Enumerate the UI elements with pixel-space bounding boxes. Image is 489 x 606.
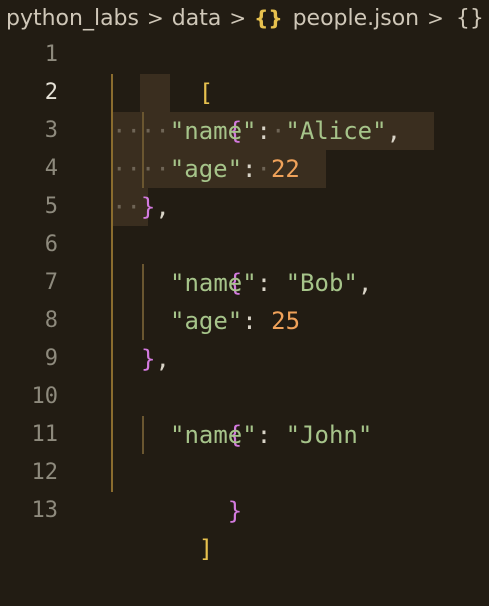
code-line: "name": "John": [170, 416, 372, 454]
line-number: 11: [31, 422, 59, 447]
breadcrumb-folder-python-labs[interactable]: python_labs: [6, 6, 139, 31]
code-line: [: [112, 36, 213, 107]
json-key: "age": [169, 155, 243, 183]
line-number: 3: [44, 118, 58, 143]
json-braces-icon: {}: [254, 6, 283, 30]
object-brace: }: [140, 193, 156, 221]
code-line: ]: [112, 492, 213, 563]
json-key: "name": [170, 269, 257, 297]
code-line: },: [141, 340, 170, 378]
json-comma: ,: [386, 117, 402, 145]
json-colon: :: [256, 269, 286, 297]
json-colon: :: [256, 117, 271, 145]
json-key: "name": [169, 117, 257, 145]
line-number: 12: [31, 460, 59, 485]
code-line: "age": 25: [170, 302, 300, 340]
json-colon: :: [242, 307, 272, 335]
breadcrumb-file-people-json[interactable]: people.json: [293, 6, 420, 31]
code-line: ····"age":·22: [112, 150, 300, 188]
whitespace-dots: ····: [112, 117, 170, 145]
whitespace-dot: ·: [270, 117, 286, 145]
code-line: ··},: [112, 188, 170, 226]
chevron-right-icon: >: [146, 6, 164, 30]
json-string: "Bob": [285, 269, 358, 297]
line-number: 5: [44, 194, 58, 219]
object-brace: }: [227, 497, 243, 525]
breadcrumb-symbol-root[interactable]: {}: [456, 6, 484, 31]
json-key: "age": [170, 307, 243, 335]
code-line: {: [141, 74, 242, 145]
whitespace-dots: ··: [112, 193, 141, 221]
whitespace-dot: ·: [256, 155, 271, 183]
line-number: 13: [31, 498, 59, 523]
array-bracket: ]: [198, 535, 214, 563]
line-number: 7: [44, 270, 58, 295]
line-number: 9: [44, 346, 58, 371]
code-line: ····"name":·"Alice",: [112, 112, 401, 150]
line-number: 4: [44, 156, 58, 181]
json-key: "name": [170, 421, 257, 449]
code-line: {: [141, 378, 242, 449]
json-comma: ,: [155, 193, 170, 221]
json-comma: ,: [357, 269, 373, 297]
chevron-right-icon: >: [427, 6, 444, 30]
line-number: 10: [31, 384, 59, 409]
code-line: "name": "Bob",: [170, 264, 372, 302]
json-number: 22: [270, 155, 300, 183]
chevron-right-icon: >: [229, 6, 247, 30]
json-colon: :: [256, 421, 286, 449]
line-number: 1: [44, 42, 58, 67]
code-line: }: [141, 454, 242, 525]
line-number-active: 2: [44, 80, 58, 105]
object-brace: }: [141, 345, 156, 373]
json-number: 25: [271, 307, 301, 335]
json-comma: ,: [155, 345, 170, 373]
json-string: "Alice": [285, 117, 387, 145]
code-line: {: [141, 226, 242, 297]
json-colon: :: [242, 155, 257, 183]
breadcrumb-folder-data[interactable]: data: [172, 6, 222, 31]
json-string: "John": [285, 421, 373, 449]
breadcrumb: python_labs > data > {} people.json > {}: [0, 0, 489, 36]
line-number: 8: [44, 308, 58, 333]
code-editor[interactable]: 1 2 3 4 5 6 7 8 9 10 11 12 13 [ { ····"n…: [0, 36, 489, 563]
whitespace-dots: ····: [112, 155, 170, 183]
line-number: 6: [44, 232, 58, 257]
